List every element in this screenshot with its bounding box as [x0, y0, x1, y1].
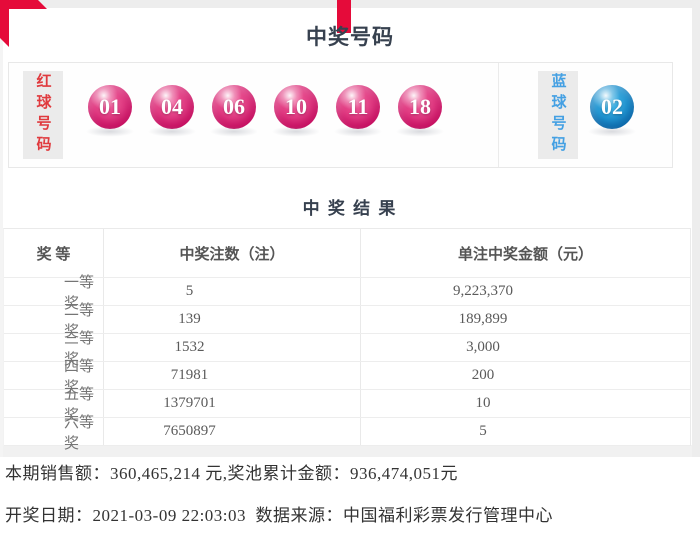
red-ball: 18	[398, 85, 442, 129]
prize-amount: 3,000	[466, 339, 500, 355]
red-ball-number: 10	[285, 94, 307, 119]
red-ball-number: 04	[161, 94, 183, 119]
red-ball: 06	[212, 85, 256, 129]
blue-ball-number: 02	[601, 94, 623, 119]
header-prize-amount: 单注中奖金额（元）	[457, 246, 593, 263]
prize-amount: 189,899	[458, 311, 508, 327]
winner-count: 5	[104, 278, 361, 305]
header-winner-count: 中奖注数（注）	[104, 229, 361, 277]
winner-count: 139	[104, 306, 361, 333]
winner-count: 1532	[104, 334, 361, 361]
red-ball: 01	[88, 85, 132, 129]
page-background-right	[692, 0, 700, 457]
prize-table-header-row: 奖 等 中奖注数（注） 单注中奖金额（元）	[4, 229, 690, 278]
result-section-title: 中 奖 结 果	[302, 199, 398, 218]
prize-table: 奖 等 中奖注数（注） 单注中奖金额（元） 一等奖 5 9,223,370 二等…	[3, 228, 691, 452]
prize-row: 四等奖 71981 200	[4, 359, 690, 396]
red-ball: 04	[150, 85, 194, 129]
winner-count: 71981	[104, 362, 361, 389]
prize-row: 二等奖 139 189,899	[4, 303, 690, 340]
prize-amount: 10	[475, 395, 491, 411]
winning-numbers-panel: 红球号码 01 04 06 10 11 18 蓝球号码 02	[8, 62, 673, 168]
section-gap-band	[3, 445, 692, 457]
prize-amount: 5	[479, 423, 487, 439]
lottery-results-page: 中奖号码 红球号码 01 04 06 10 11 18 蓝球号码 02 中 奖 …	[0, 0, 700, 535]
red-balls-label: 红球号码	[23, 71, 63, 159]
red-ball: 11	[336, 85, 380, 129]
prize-row: 一等奖 5 9,223,370	[4, 275, 690, 312]
red-ball-number: 06	[223, 94, 245, 119]
prize-row: 三等奖 1532 3,000	[4, 331, 690, 368]
blue-ball: 02	[590, 85, 634, 129]
prize-amount: 200	[471, 367, 495, 383]
blue-ball-label: 蓝球号码	[538, 71, 578, 159]
page-title: 中奖号码	[306, 25, 394, 49]
prize-row: 五等奖 1379701 10	[4, 387, 690, 424]
winner-count: 1379701	[104, 390, 361, 417]
red-ball-number: 01	[99, 94, 121, 119]
red-ball-number: 11	[347, 94, 369, 119]
prize-level: 六等奖	[4, 415, 104, 452]
winner-count: 7650897	[104, 418, 361, 445]
red-ball-number: 18	[409, 94, 431, 119]
prize-row: 六等奖 7650897 5	[4, 415, 690, 452]
red-ball: 10	[274, 85, 318, 129]
panel-divider	[498, 63, 499, 167]
draw-date-source-text: 开奖日期：2021-03-09 22:03:03 数据来源：中国福利彩票发行管理…	[5, 506, 554, 525]
sales-summary-text: 本期销售额：360,465,214 元,奖池累计金额：936,474,051元	[5, 464, 458, 483]
prize-amount: 9,223,370	[453, 283, 513, 299]
